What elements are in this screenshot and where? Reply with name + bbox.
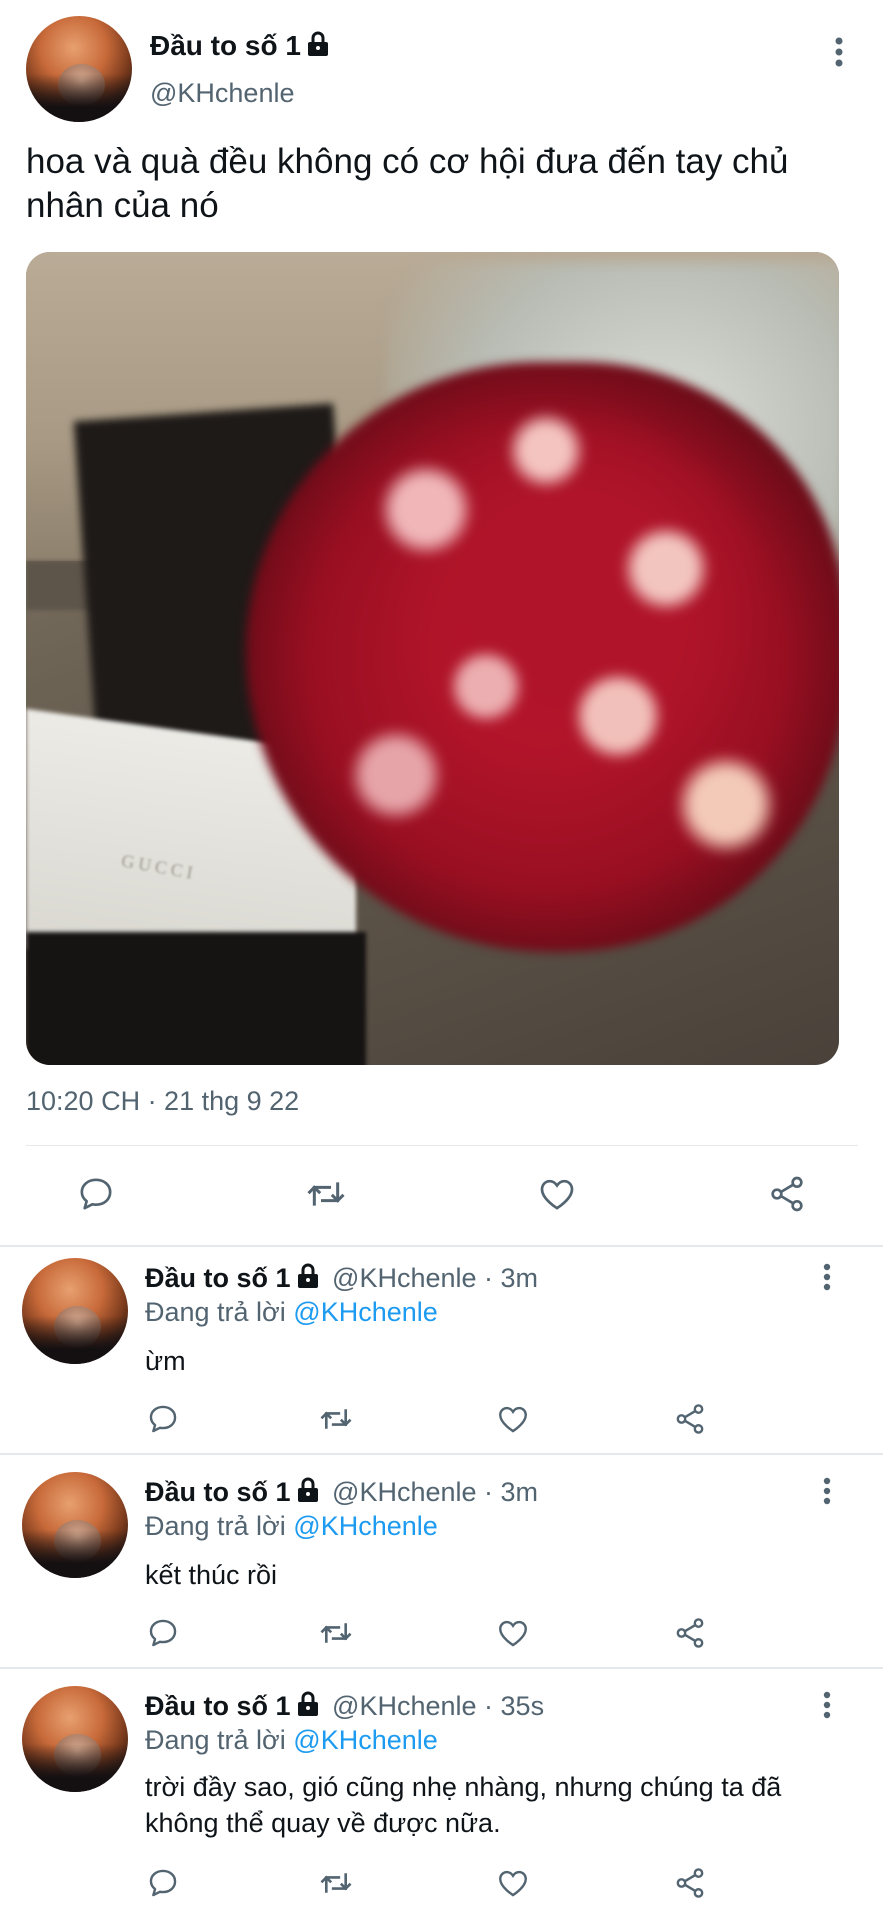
author-name[interactable]: Đầu to số 1 <box>145 1691 291 1721</box>
share-icon[interactable] <box>672 1401 708 1437</box>
more-vertical-icon[interactable] <box>812 1257 842 1297</box>
reply-header: Đầu to số 1 @KHchenle · 3m <box>145 1477 539 1507</box>
author-handle[interactable]: @KHchenle <box>332 1691 476 1721</box>
lock-icon <box>307 31 329 57</box>
more-vertical-icon[interactable] <box>824 32 854 72</box>
retweet-icon[interactable] <box>318 1401 354 1437</box>
author-handle[interactable]: @KHchenle <box>150 78 294 109</box>
tweet-text: hoa và quà đều không có cơ hội đưa đến t… <box>26 142 789 225</box>
replying-prefix: Đang trả lời <box>145 1725 286 1755</box>
replying-to-mention[interactable]: @KHchenle <box>293 1725 437 1755</box>
divider <box>26 1145 858 1146</box>
reply-time[interactable]: 3m <box>501 1263 539 1293</box>
retweet-icon[interactable] <box>318 1865 354 1901</box>
author-name[interactable]: Đầu to số 1 <box>145 1263 291 1293</box>
comment-icon[interactable] <box>145 1401 181 1437</box>
share-icon[interactable] <box>672 1615 708 1651</box>
replying-to-mention[interactable]: @KHchenle <box>293 1511 437 1541</box>
more-vertical-icon[interactable] <box>812 1471 842 1511</box>
heart-icon[interactable] <box>495 1865 531 1901</box>
main-tweet: Đầu to số 1 @KHchenle hoa và quà đều khô… <box>0 0 883 1245</box>
avatar[interactable] <box>22 1686 128 1792</box>
replying-prefix: Đang trả lời <box>145 1297 286 1327</box>
retweet-icon[interactable] <box>304 1172 348 1216</box>
heart-icon[interactable] <box>495 1615 531 1651</box>
reply-tweet[interactable]: Đầu to số 1 @KHchenle · 3m Đang trả lời … <box>0 1455 883 1667</box>
more-vertical-icon[interactable] <box>812 1685 842 1725</box>
author-name[interactable]: Đầu to số 1 <box>145 1477 291 1507</box>
reply-text: trời đầy sao, gió cũng nhẹ nhàng, nhưng … <box>145 1772 782 1838</box>
comment-icon[interactable] <box>74 1172 118 1216</box>
replying-prefix: Đang trả lời <box>145 1511 286 1541</box>
comment-icon[interactable] <box>145 1615 181 1651</box>
reply-tweet[interactable]: Đầu to số 1 @KHchenle · 35s Đang trả lời… <box>0 1669 883 1920</box>
heart-icon[interactable] <box>495 1401 531 1437</box>
tweet-timestamp[interactable]: 10:20 CH · 21 thg 9 22 <box>26 1086 299 1117</box>
avatar[interactable] <box>26 16 132 122</box>
replying-to: Đang trả lời @KHchenle <box>145 1511 438 1542</box>
avatar[interactable] <box>22 1472 128 1578</box>
author-name-text[interactable]: Đầu to số 1 <box>150 30 301 61</box>
retweet-icon[interactable] <box>318 1615 354 1651</box>
tweet-photo[interactable]: GUCCI <box>26 252 839 1065</box>
lock-icon <box>297 1263 319 1289</box>
reply-header: Đầu to số 1 @KHchenle · 35s <box>145 1691 545 1721</box>
replying-to: Đang trả lời @KHchenle <box>145 1297 438 1328</box>
author-handle[interactable]: @KHchenle <box>332 1477 476 1507</box>
reply-tweet[interactable]: Đầu to số 1 @KHchenle · 3m Đang trả lời … <box>0 1247 883 1453</box>
heart-icon[interactable] <box>535 1172 579 1216</box>
lock-icon <box>297 1477 319 1503</box>
comment-icon[interactable] <box>145 1865 181 1901</box>
reply-time[interactable]: 35s <box>501 1691 545 1721</box>
reply-time[interactable]: 3m <box>501 1477 539 1507</box>
share-icon[interactable] <box>672 1865 708 1901</box>
replying-to: Đang trả lời @KHchenle <box>145 1725 438 1756</box>
author-handle[interactable]: @KHchenle <box>332 1263 476 1293</box>
lock-icon <box>297 1691 319 1717</box>
reply-text: ừm <box>145 1346 186 1376</box>
replying-to-mention[interactable]: @KHchenle <box>293 1297 437 1327</box>
reply-header: Đầu to số 1 @KHchenle · 3m <box>145 1263 539 1293</box>
share-icon[interactable] <box>765 1172 809 1216</box>
avatar[interactable] <box>22 1258 128 1364</box>
reply-text: kết thúc rồi <box>145 1560 278 1590</box>
author-name[interactable]: Đầu to số 1 <box>150 30 329 62</box>
